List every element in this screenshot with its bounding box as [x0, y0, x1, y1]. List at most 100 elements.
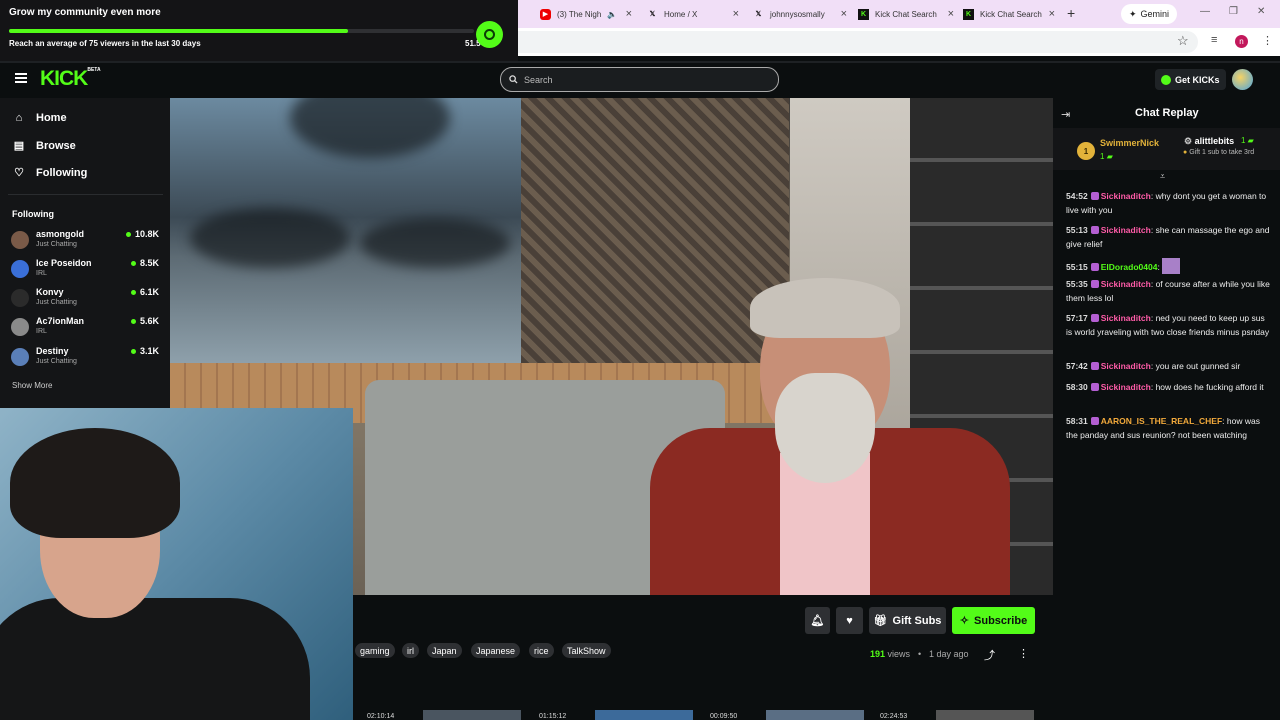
close-tab-icon[interactable]: × [1049, 8, 1055, 20]
kick-logo[interactable]: KICKBETA [40, 67, 101, 91]
hamburger-menu-icon[interactable] [15, 73, 27, 85]
message-username[interactable]: Sickinaditch [1101, 225, 1151, 235]
bookmark-star-icon[interactable]: ☆ [1177, 33, 1189, 49]
tag-chip[interactable]: gaming [355, 643, 395, 658]
user-avatar[interactable] [1232, 69, 1253, 90]
goal-progress-bar [9, 29, 474, 33]
user-badge-icon [1090, 362, 1099, 370]
kick-icon: K [858, 8, 869, 20]
avatar [11, 289, 29, 307]
sidebar: ⌂ Home ▤ Browse ♡ Following Following as… [0, 98, 170, 408]
user-badge-icon [1090, 226, 1099, 234]
speaker-icon: 🔈 [607, 9, 618, 19]
close-tab-icon[interactable]: × [841, 8, 847, 20]
tag-chip[interactable]: Japanese [471, 643, 521, 658]
tag-chip[interactable]: rice [529, 643, 554, 658]
kicks-coin-icon [1161, 74, 1171, 85]
avatar [11, 231, 29, 249]
channel-category: IRL [36, 328, 47, 335]
nav-label: Following [36, 166, 88, 179]
followed-channel[interactable]: Ice Poseidon IRL 8.5K [11, 258, 161, 284]
chat-message: 55:35 Sickinaditch: of course after a whi… [1066, 278, 1271, 305]
browser-menu-icon[interactable]: ⋮ [1262, 34, 1273, 47]
sidebar-item-home[interactable]: ⌂ Home [12, 112, 67, 124]
message-text: how does he fucking afford it [1155, 382, 1264, 392]
url-field[interactable] [518, 31, 1198, 53]
top-gifter-name[interactable]: SwimmerNick [1100, 138, 1159, 148]
chat-panel: ⇥ Chat Replay 1 SwimmerNick 1 ▰ ⚙ alittl… [1053, 98, 1280, 720]
tag-chip[interactable]: Japan [427, 643, 462, 658]
view-count: 191 views [870, 649, 910, 659]
nav-label: Browse [36, 139, 76, 152]
collapse-chat-icon[interactable]: ⇥ [1061, 108, 1070, 121]
goal-subtitle: Reach an average of 75 viewers in the la… [9, 39, 201, 48]
search-input[interactable]: Search [500, 67, 779, 92]
minimize-icon[interactable]: — [1200, 6, 1210, 17]
followed-channel[interactable]: Destiny Just Chatting 3.1K [11, 346, 161, 372]
close-tab-icon[interactable]: × [733, 8, 739, 20]
follow-heart-button[interactable]: ♥ [836, 607, 863, 634]
followed-channel[interactable]: asmongold Just Chatting 10.8K [11, 229, 161, 255]
message-username[interactable]: Sickinaditch [1101, 313, 1151, 323]
gemini-label: Gemini [1140, 9, 1170, 19]
profile-avatar[interactable]: n [1235, 35, 1248, 48]
browser-tab[interactable]: ▶ (3) The Nigh 🔈 × [540, 4, 632, 24]
channel-category: Just Chatting [36, 358, 77, 365]
kick-icon: K [963, 8, 974, 20]
share-icon[interactable]: ⤴ [984, 647, 995, 663]
message-username[interactable]: Sickinaditch [1101, 382, 1151, 392]
user-badge-icon [1090, 280, 1099, 288]
thumbnail-image [595, 710, 693, 720]
chat-message: 55:15 ElDorado0404: [1066, 258, 1271, 275]
message-username[interactable]: Sickinaditch [1101, 191, 1151, 201]
expand-gifters-icon[interactable]: ⩡ [1160, 171, 1165, 182]
close-window-icon[interactable]: ✕ [1257, 6, 1265, 17]
notification-bell-button[interactable]: 🔔︎ [805, 607, 830, 634]
second-gifter[interactable]: ⚙ alittlebits [1184, 136, 1234, 147]
followed-channel[interactable]: Ac7ionMan IRL 5.6K [11, 316, 161, 342]
channel-category: Just Chatting [36, 241, 77, 248]
sidebar-item-browse[interactable]: ▤ Browse [12, 139, 76, 153]
browser-tab[interactable]: 𝕏 Home / X × [647, 4, 739, 24]
maximize-icon[interactable]: ❐ [1229, 6, 1238, 17]
message-username[interactable]: Sickinaditch [1101, 279, 1151, 289]
emote-image [1162, 258, 1181, 274]
tag-chip[interactable]: TalkShow [562, 643, 611, 658]
viewer-count: 5.6K [131, 316, 159, 326]
gift-subs-button[interactable]: 🎁︎ Gift Subs [869, 607, 946, 634]
more-options-icon[interactable]: ⋮ [1018, 647, 1029, 660]
media-controls-icon[interactable]: ≡ [1211, 34, 1217, 46]
browser-tab[interactable]: 𝕏 johnnysosmally × [753, 4, 847, 24]
message-username[interactable]: Sickinaditch [1101, 361, 1151, 371]
message-text: you are out gunned sir [1155, 361, 1241, 371]
chat-message: 58:31 AARON_IS_THE_REAL_CHEF: how was the… [1066, 415, 1271, 442]
views-number: 191 [870, 649, 886, 659]
browser-tab[interactable]: K Kick Chat Search × [858, 4, 954, 24]
browser-tab[interactable]: K Kick Chat Search × [963, 4, 1055, 24]
tag-chip[interactable]: irl [402, 643, 419, 658]
viewer-count: 6.1K [131, 287, 159, 297]
tab-title: johnnysosmally [770, 9, 825, 19]
followed-channel[interactable]: Konvy Just Chatting 6.1K [11, 287, 161, 313]
goal-progress-fill [9, 29, 349, 33]
gift-icon: 🎁︎ [873, 615, 888, 627]
channel-name: Destiny [36, 346, 69, 356]
message-username[interactable]: ElDorado0404 [1101, 262, 1158, 272]
heart-icon: ♥ [846, 614, 853, 627]
viewer-count: 8.5K [131, 258, 159, 268]
close-tab-icon[interactable]: × [626, 8, 632, 20]
show-more-link[interactable]: Show More [12, 381, 52, 390]
subscribe-button[interactable]: ✧ Subscribe [952, 607, 1035, 634]
chat-title: Chat Replay [1135, 107, 1199, 119]
goal-icon [476, 21, 503, 48]
tab-title: Kick Chat Search [875, 9, 937, 19]
message-username[interactable]: AARON_IS_THE_REAL_CHEF [1101, 416, 1222, 426]
sidebar-item-following[interactable]: ♡ Following [12, 166, 88, 180]
close-tab-icon[interactable]: × [948, 8, 954, 20]
user-badge-icon [1090, 263, 1099, 271]
gemini-button[interactable]: ✦ Gemini [1121, 4, 1178, 24]
new-tab-button[interactable]: + [1067, 5, 1075, 21]
get-kicks-button[interactable]: Get KICKs [1155, 69, 1226, 90]
tab-title: Kick Chat Search [980, 9, 1042, 19]
chat-message: 57:42 Sickinaditch: you are out gunned si… [1066, 360, 1271, 374]
